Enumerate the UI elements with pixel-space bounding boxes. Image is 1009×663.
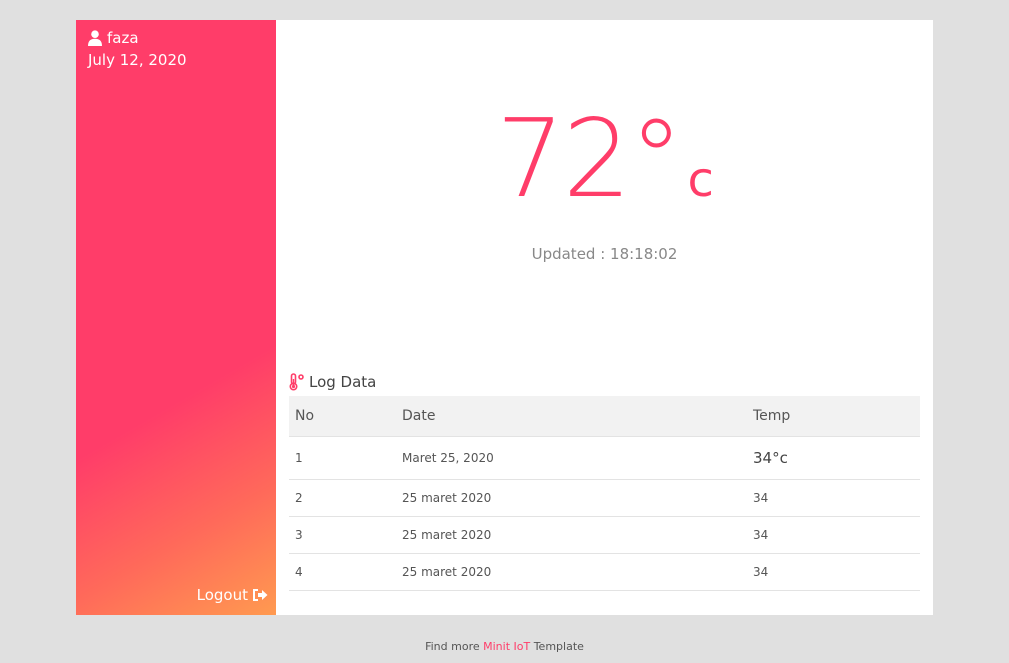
footer-prefix: Find more	[425, 640, 480, 653]
log-table: No Date Temp 1 Maret 25, 2020 34°c 2 25 …	[289, 396, 920, 591]
current-date: July 12, 2020	[88, 51, 187, 69]
cell-no: 1	[289, 435, 396, 479]
cell-date: 25 maret 2020	[396, 552, 747, 591]
table-row: 1 Maret 25, 2020 34°c	[289, 435, 920, 479]
column-header-no: No	[295, 407, 315, 424]
cell-no: 3	[289, 515, 396, 553]
cell-temp: 34	[747, 552, 920, 591]
dashboard-card: faza July 12, 2020 Logout 72° c Updated …	[76, 20, 933, 615]
table-row: 3 25 maret 2020 34	[289, 515, 920, 553]
log-data-heading: Log Data	[289, 373, 376, 391]
username: faza	[107, 29, 139, 47]
updated-time: Updated : 18:18:02	[531, 245, 678, 263]
thermometer-icon	[289, 373, 305, 391]
cell-temp: 34	[747, 515, 920, 553]
logout-button[interactable]: Logout	[197, 586, 268, 604]
user-icon	[88, 30, 102, 46]
temperature-display: 72° c	[496, 100, 714, 220]
cell-no: 4	[289, 552, 396, 591]
cell-temp: 34°c	[747, 435, 920, 479]
column-header-date: Date	[402, 407, 436, 424]
user-info: faza	[88, 28, 139, 48]
cell-date: Maret 25, 2020	[396, 435, 747, 479]
table-row: 4 25 maret 2020 34	[289, 552, 920, 591]
sign-out-icon	[252, 588, 268, 602]
cell-no: 2	[289, 478, 396, 516]
temperature-unit: c	[687, 152, 714, 208]
cell-date: 25 maret 2020	[396, 515, 747, 553]
cell-temp: 34	[747, 478, 920, 516]
temperature-value: 72°	[496, 97, 683, 222]
table-header-row: No Date Temp	[289, 396, 920, 436]
footer: Find more Minit IoT Template	[0, 640, 1009, 653]
logout-label: Logout	[196, 586, 248, 604]
main-panel: 72° c Updated : 18:18:02 Log Data No Dat…	[276, 20, 933, 615]
log-data-title: Log Data	[309, 373, 377, 391]
table-row: 2 25 maret 2020 34	[289, 478, 920, 516]
footer-suffix: Template	[533, 640, 584, 653]
template-link[interactable]: Minit IoT	[483, 640, 530, 653]
sidebar: faza July 12, 2020 Logout	[76, 20, 276, 615]
column-header-temp: Temp	[753, 407, 791, 424]
cell-date: 25 maret 2020	[396, 478, 747, 516]
